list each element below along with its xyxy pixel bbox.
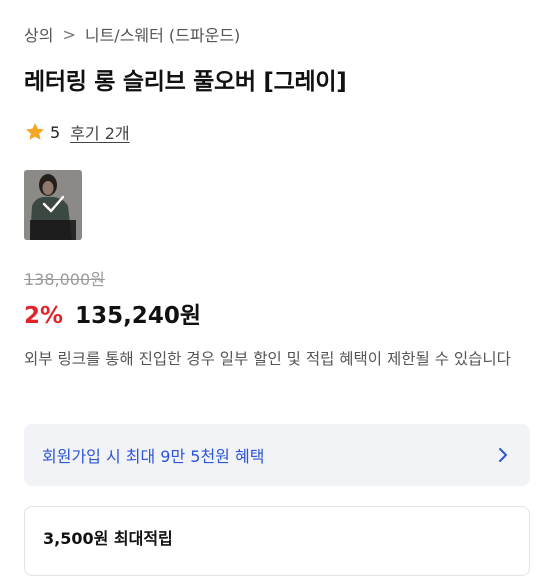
sale-price: 135,240원 xyxy=(75,303,201,329)
signup-benefit-banner[interactable]: 회원가입 시 최대 9만 5천원 혜택 xyxy=(24,424,530,486)
discount-rate: 2% xyxy=(24,303,64,329)
chevron-right-icon xyxy=(499,448,507,462)
external-link-notice: 외부 링크를 통해 진입한 경우 일부 할인 및 적립 혜택이 제한될 수 있습… xyxy=(24,350,511,368)
review-count-link[interactable]: 후기 2개 xyxy=(70,120,129,144)
breadcrumb-item-category[interactable]: 니트/스웨터 (드파운드) xyxy=(85,22,240,46)
star-icon xyxy=(26,123,44,140)
rating-summary: 5 후기 2개 xyxy=(24,120,130,144)
max-points-card: 3,500원 최대적립 xyxy=(24,506,530,576)
signup-benefit-text: 회원가입 시 최대 9만 5천원 혜택 xyxy=(42,447,265,466)
product-thumbnail-selected[interactable] xyxy=(24,170,82,240)
rating-score: 5 xyxy=(50,122,61,142)
breadcrumb-separator-icon: > xyxy=(62,24,76,44)
max-points-text: 3,500원 최대적립 xyxy=(43,529,173,548)
check-icon xyxy=(42,195,65,213)
product-title: 레터링 롱 슬리브 풀오버 [그레이] xyxy=(24,69,347,95)
breadcrumb: 상의 > 니트/스웨터 (드파운드) xyxy=(24,22,240,46)
breadcrumb-item-top[interactable]: 상의 xyxy=(24,22,53,46)
price-row: 2% 135,240원 xyxy=(24,296,201,330)
original-price: 138,000원 xyxy=(24,270,105,289)
